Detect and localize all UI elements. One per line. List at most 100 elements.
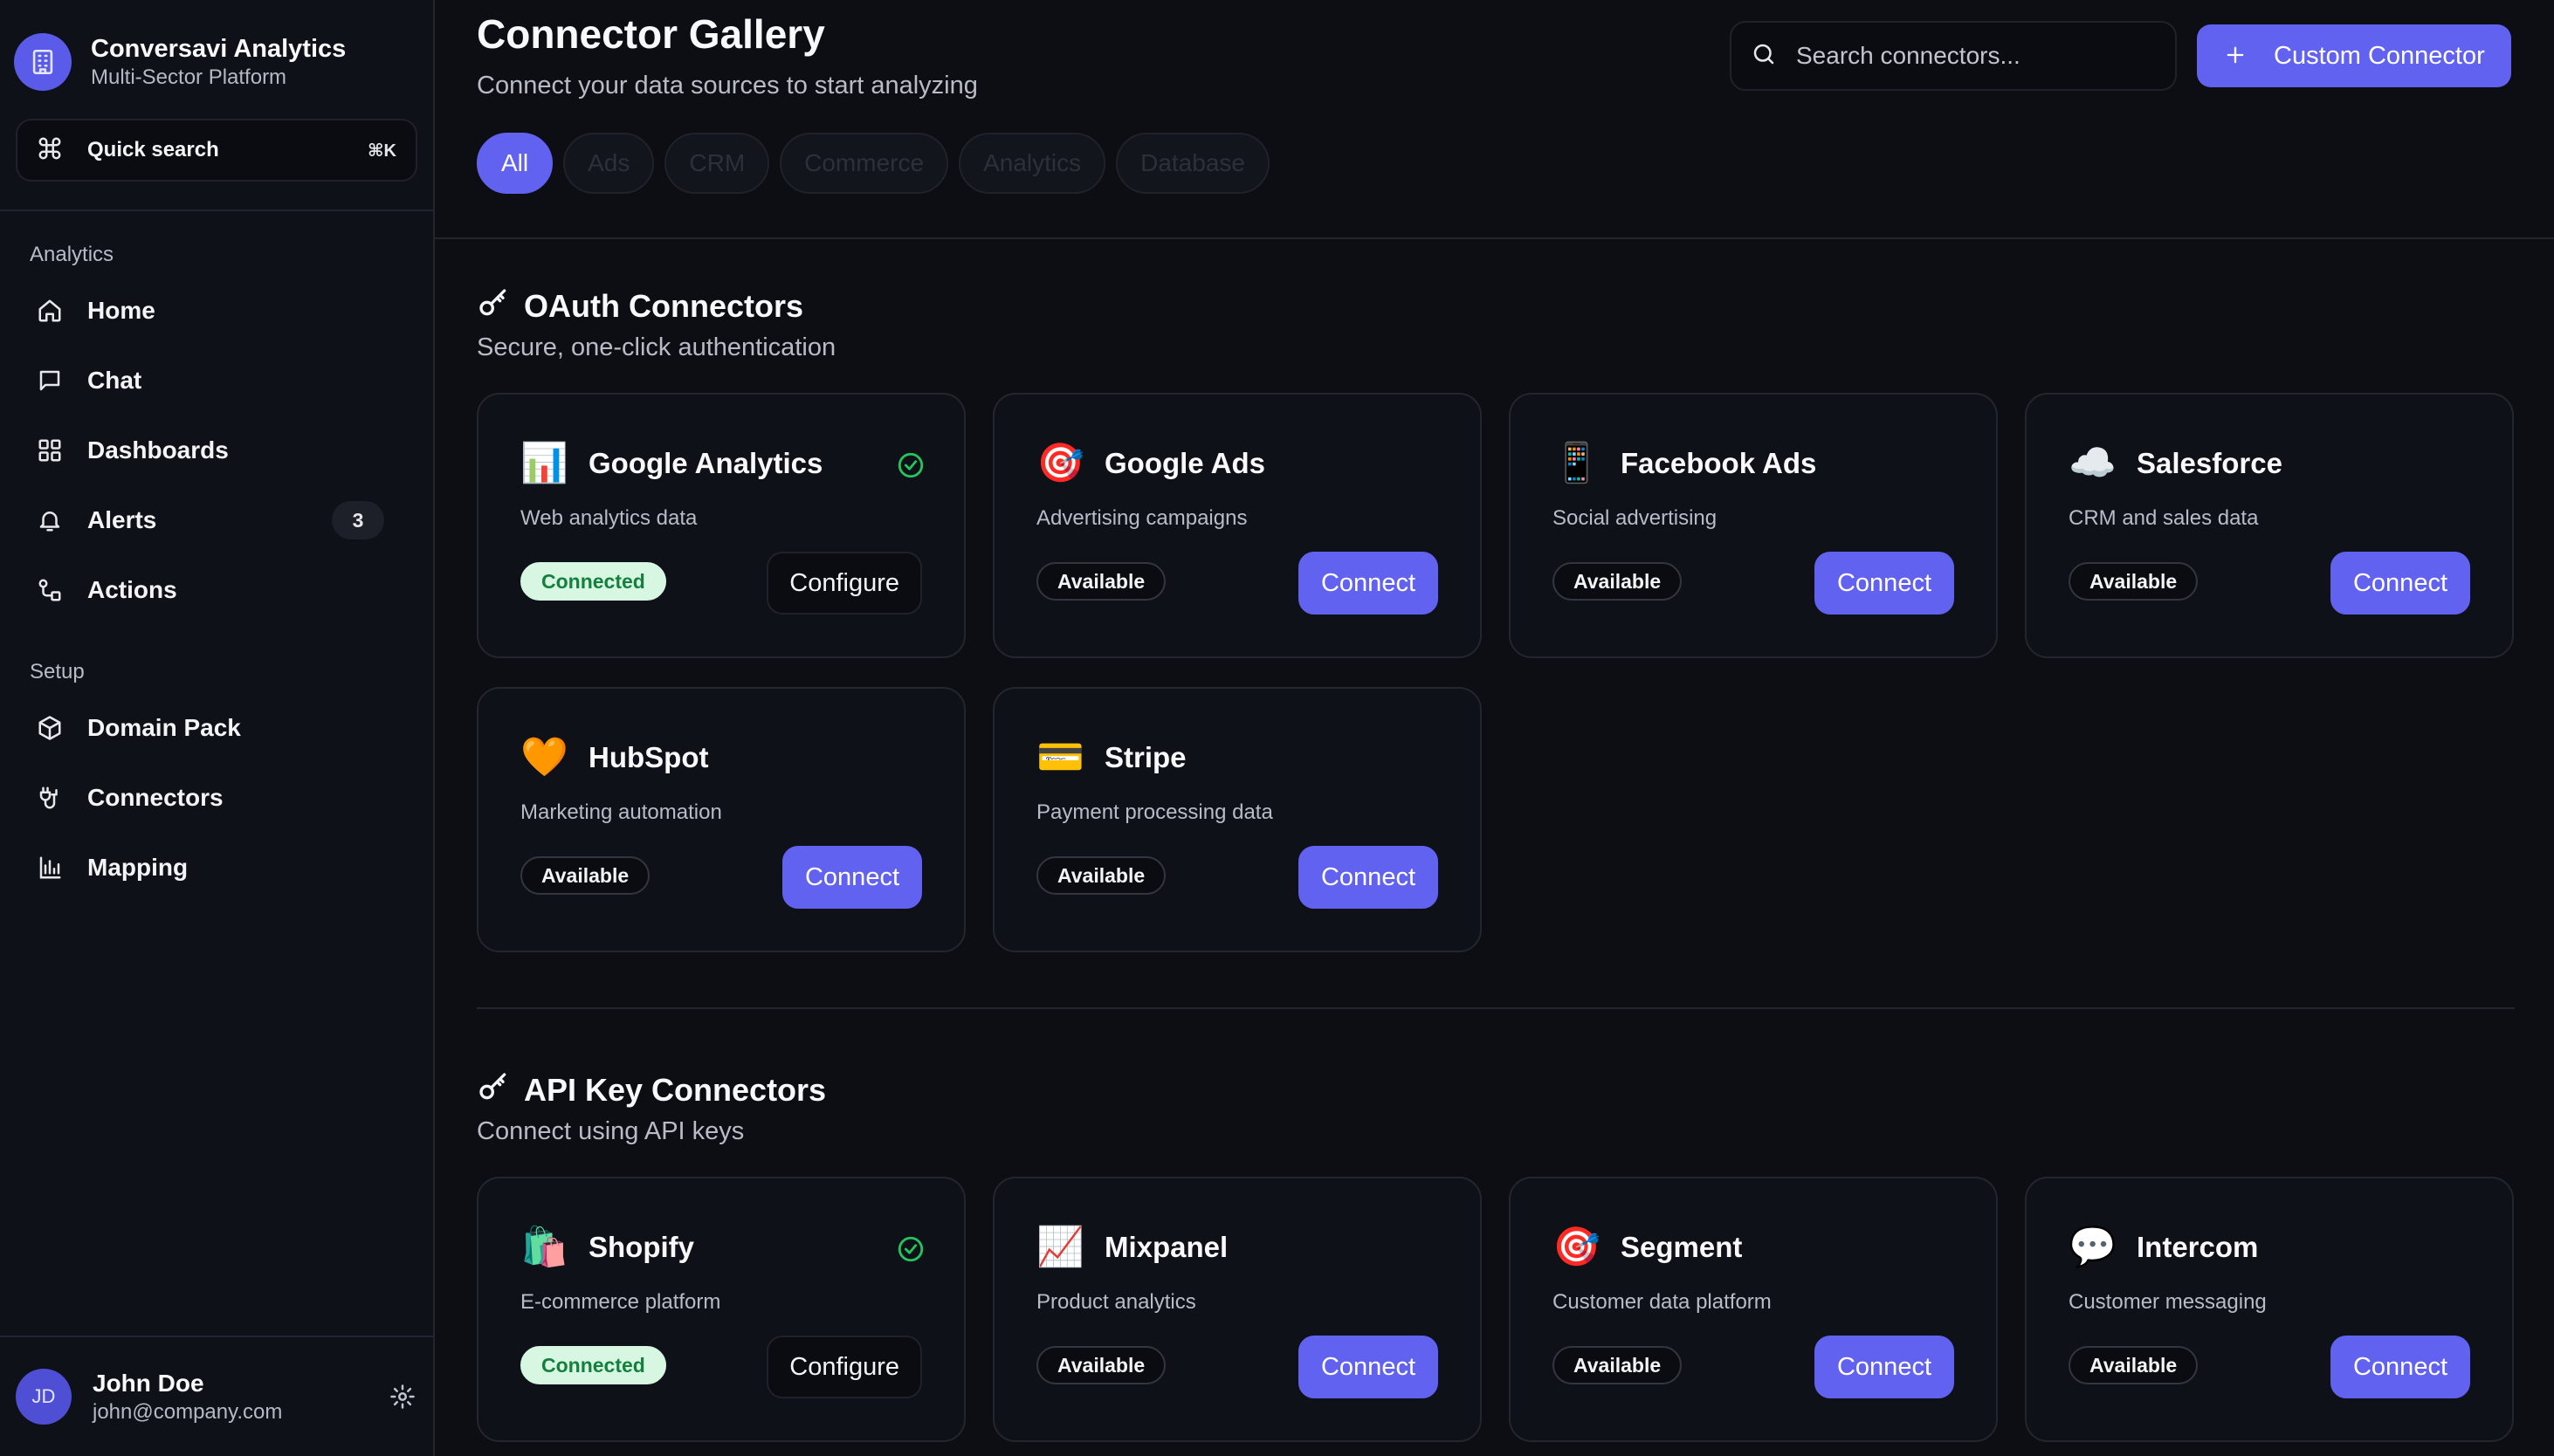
connector-name: HubSpot bbox=[589, 741, 709, 773]
shopping-bags-icon: 🛍️ bbox=[520, 1226, 568, 1268]
section-divider bbox=[477, 1007, 2515, 1009]
brand: Conversavi Analytics Multi-Sector Platfo… bbox=[0, 0, 433, 96]
connect-button[interactable]: Connect bbox=[1814, 552, 1954, 615]
filter-chip-commerce[interactable]: Commerce bbox=[780, 133, 949, 194]
sidebar: Conversavi Analytics Multi-Sector Platfo… bbox=[0, 0, 435, 1456]
connector-card-google-analytics: 📊 Google Analytics Web analytics data Co… bbox=[477, 393, 966, 658]
user-profile: JD John Doe john@company.com bbox=[0, 1336, 433, 1456]
grid-icon bbox=[35, 436, 65, 465]
connect-button[interactable]: Connect bbox=[1298, 846, 1438, 909]
bell-icon bbox=[35, 505, 65, 535]
filter-chips: All Ads CRM Commerce Analytics Database bbox=[477, 133, 1270, 194]
search-box[interactable] bbox=[1730, 21, 2177, 91]
quick-search-label: Quick search bbox=[87, 138, 219, 161]
nav-section-analytics: Analytics bbox=[30, 243, 114, 266]
speech-bubble-icon: 💬 bbox=[2069, 1226, 2117, 1268]
alerts-count-badge: 3 bbox=[332, 501, 384, 539]
filter-chip-all[interactable]: All bbox=[477, 133, 554, 194]
sidebar-item-label: Alerts bbox=[87, 506, 157, 533]
chart-increasing-icon: 📈 bbox=[1036, 1226, 1084, 1268]
user-name: John Doe bbox=[93, 1370, 204, 1397]
sidebar-item-dashboards[interactable]: Dashboards bbox=[0, 416, 433, 485]
connect-button[interactable]: Connect bbox=[1298, 552, 1438, 615]
connect-button[interactable]: Connect bbox=[1298, 1336, 1438, 1398]
nav-setup: Domain Pack Connectors Mapping bbox=[0, 693, 433, 903]
main-content: Connector Gallery Connect your data sour… bbox=[435, 0, 2554, 1456]
target-icon: 🎯 bbox=[1036, 442, 1084, 484]
configure-button[interactable]: Configure bbox=[767, 552, 922, 615]
search-input[interactable] bbox=[1796, 42, 2163, 70]
check-circle-icon bbox=[896, 1234, 926, 1264]
connector-card-stripe: 💳 Stripe Payment processing data Availab… bbox=[993, 687, 1482, 952]
sidebar-item-mapping[interactable]: Mapping bbox=[0, 833, 433, 903]
sidebar-item-domain-pack[interactable]: Domain Pack bbox=[0, 693, 433, 763]
configure-button[interactable]: Configure bbox=[767, 1336, 922, 1398]
credit-card-icon: 💳 bbox=[1036, 736, 1084, 779]
avatar[interactable]: JD bbox=[16, 1369, 72, 1425]
connect-button[interactable]: Connect bbox=[2330, 552, 2470, 615]
connector-card-intercom: 💬 Intercom Customer messaging Available … bbox=[2025, 1177, 2514, 1442]
status-badge: Available bbox=[1552, 1346, 1683, 1384]
status-badge: Connected bbox=[520, 1346, 666, 1384]
connect-button[interactable]: Connect bbox=[2330, 1336, 2470, 1398]
sidebar-item-connectors[interactable]: Connectors bbox=[0, 763, 433, 833]
building-icon bbox=[14, 33, 72, 91]
connector-description: Payment processing data bbox=[1036, 800, 1273, 824]
page-title: Connector Gallery bbox=[477, 11, 825, 57]
sidebar-item-alerts[interactable]: Alerts 3 bbox=[0, 485, 433, 555]
connector-description: Web analytics data bbox=[520, 506, 698, 530]
mobile-phone-icon: 📱 bbox=[1552, 442, 1601, 484]
connector-description: Marketing automation bbox=[520, 800, 722, 824]
status-badge: Available bbox=[1552, 562, 1683, 601]
custom-connector-label: Custom Connector bbox=[2274, 41, 2485, 70]
connector-card-google-ads: 🎯 Google Ads Advertising campaigns Avail… bbox=[993, 393, 1482, 658]
connector-name: Facebook Ads bbox=[1621, 447, 1817, 479]
custom-connector-button[interactable]: Custom Connector bbox=[2197, 24, 2511, 87]
connector-name: Segment bbox=[1621, 1231, 1743, 1263]
status-badge: Available bbox=[520, 856, 651, 895]
connector-name: Google Analytics bbox=[589, 447, 823, 479]
page-subtitle: Connect your data sources to start analy… bbox=[477, 72, 978, 100]
sidebar-item-chat[interactable]: Chat bbox=[0, 346, 433, 416]
quick-search-button[interactable]: Quick search ⌘K bbox=[16, 119, 417, 182]
filter-chip-crm[interactable]: CRM bbox=[664, 133, 770, 194]
apikey-section-header: API Key Connectors bbox=[477, 1070, 826, 1109]
check-circle-icon bbox=[896, 450, 926, 480]
status-badge: Available bbox=[1036, 856, 1167, 895]
nav-analytics: Home Chat Dashboards Alerts 3 Actions bbox=[0, 276, 433, 625]
sidebar-item-home[interactable]: Home bbox=[0, 276, 433, 346]
connector-card-salesforce: ☁️ Salesforce CRM and sales data Availab… bbox=[2025, 393, 2514, 658]
brand-subtitle: Multi-Sector Platform bbox=[91, 65, 287, 89]
connector-description: Customer messaging bbox=[2069, 1290, 2267, 1314]
target-icon: 🎯 bbox=[1552, 1226, 1601, 1268]
sidebar-divider bbox=[0, 209, 433, 211]
key-icon bbox=[477, 1070, 512, 1109]
sidebar-item-label: Chat bbox=[87, 367, 142, 394]
connector-description: CRM and sales data bbox=[2069, 506, 2259, 530]
chat-icon bbox=[35, 366, 65, 395]
command-icon bbox=[37, 135, 63, 166]
connector-description: E-commerce platform bbox=[520, 1290, 721, 1314]
oauth-section-header: OAuth Connectors bbox=[477, 286, 803, 326]
nav-section-setup: Setup bbox=[30, 660, 85, 683]
connect-button[interactable]: Connect bbox=[781, 846, 922, 909]
status-badge: Available bbox=[1036, 1346, 1167, 1384]
gear-icon[interactable] bbox=[388, 1382, 417, 1411]
bar-chart-icon bbox=[35, 853, 65, 883]
sidebar-item-label: Domain Pack bbox=[87, 714, 241, 741]
app-root: Conversavi Analytics Multi-Sector Platfo… bbox=[0, 0, 2554, 1456]
filter-chip-database[interactable]: Database bbox=[1116, 133, 1270, 194]
user-email: john@company.com bbox=[93, 1400, 283, 1424]
connector-card-facebook-ads: 📱 Facebook Ads Social advertising Availa… bbox=[1509, 393, 1998, 658]
connect-button[interactable]: Connect bbox=[1814, 1336, 1954, 1398]
status-badge: Available bbox=[2069, 562, 2199, 601]
filter-chip-ads[interactable]: Ads bbox=[563, 133, 655, 194]
oauth-connector-grid: 📊 Google Analytics Web analytics data Co… bbox=[477, 393, 2515, 952]
connector-description: Customer data platform bbox=[1552, 1290, 1772, 1314]
oauth-section-title: OAuth Connectors bbox=[524, 287, 803, 324]
search-icon bbox=[1751, 41, 1777, 72]
filter-chip-analytics[interactable]: Analytics bbox=[959, 133, 1106, 194]
page-header: Connector Gallery Connect your data sour… bbox=[435, 0, 2554, 239]
sidebar-item-actions[interactable]: Actions bbox=[0, 555, 433, 625]
sidebar-item-label: Mapping bbox=[87, 854, 189, 881]
